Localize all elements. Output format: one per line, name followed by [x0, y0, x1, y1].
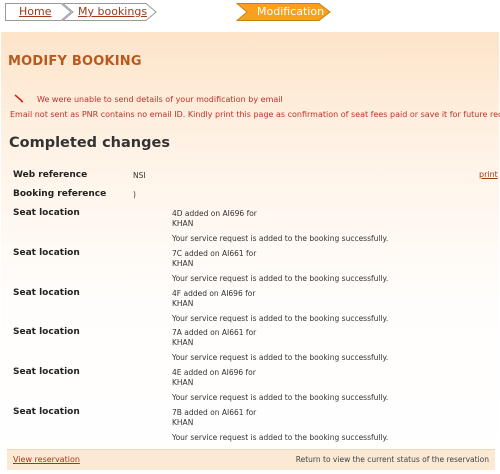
seat-status: Your service request is added to the boo… [172, 274, 389, 283]
breadcrumb-current: Modification [257, 5, 325, 18]
seat-assignment: 4D added on AI696 for [172, 209, 257, 218]
seat-detail: 4E added on AI696 for KHAN Your service … [172, 368, 388, 403]
seat-status: Your service request is added to the boo… [172, 433, 389, 442]
seat-location-label: Seat location [13, 208, 80, 218]
footer-bar: View reservation Return to view the curr… [7, 449, 495, 470]
passenger-name: KHAN [172, 418, 194, 427]
passenger-name: KHAN [172, 378, 194, 387]
seat-detail: 4D added on AI696 for KHAN Your service … [172, 209, 388, 244]
seat-detail: 7A added on AI661 for KHAN Your service … [172, 328, 388, 363]
breadcrumb: Home My bookings Modification [5, 3, 331, 21]
print-link[interactable]: print [479, 170, 498, 179]
seat-assignment: 7A added on AI661 for [172, 328, 257, 337]
breadcrumb-my-bookings-link[interactable]: My bookings [78, 5, 147, 19]
passenger-name: KHAN [172, 219, 194, 228]
seat-status: Your service request is added to the boo… [172, 314, 389, 323]
seat-detail: 7B added on AI661 for KHAN Your service … [172, 408, 388, 443]
error-detail: Email not sent as PNR contains no email … [10, 110, 500, 119]
section-title: Completed changes [9, 135, 170, 151]
seat-status: Your service request is added to the boo… [172, 353, 389, 362]
error-pencil-icon [14, 94, 24, 103]
seat-location-label: Seat location [13, 248, 80, 258]
seat-status: Your service request is added to the boo… [172, 234, 389, 243]
seat-location-label: Seat location [13, 367, 80, 377]
seat-assignment: 4E added on AI696 for [172, 368, 256, 377]
passenger-name: KHAN [172, 299, 194, 308]
booking-reference-value: ) [133, 190, 136, 199]
seat-location-label: Seat location [13, 327, 80, 337]
web-reference-label: Web reference [13, 170, 88, 180]
seat-status: Your service request is added to the boo… [172, 393, 389, 402]
booking-reference-label: Booking reference [13, 189, 107, 199]
seat-location-label: Seat location [13, 288, 80, 298]
breadcrumb-home-link[interactable]: Home [19, 5, 51, 19]
seat-detail: 4F added on AI696 for KHAN Your service … [172, 289, 388, 324]
footer-note: Return to view the current status of the… [295, 455, 489, 464]
error-message: We were unable to send details of your m… [37, 95, 283, 104]
passenger-name: KHAN [172, 259, 194, 268]
seat-location-label: Seat location [13, 407, 80, 417]
page-title: MODIFY BOOKING [8, 54, 142, 69]
view-reservation-link[interactable]: View reservation [13, 455, 80, 464]
seat-assignment: 7C added on AI661 for [172, 249, 257, 258]
seat-detail: 7C added on AI661 for KHAN Your service … [172, 249, 388, 284]
seat-assignment: 7B added on AI661 for [172, 408, 257, 417]
web-reference-value: NSI [133, 171, 146, 180]
seat-assignment: 4F added on AI696 for [172, 289, 256, 298]
passenger-name: KHAN [172, 338, 194, 347]
